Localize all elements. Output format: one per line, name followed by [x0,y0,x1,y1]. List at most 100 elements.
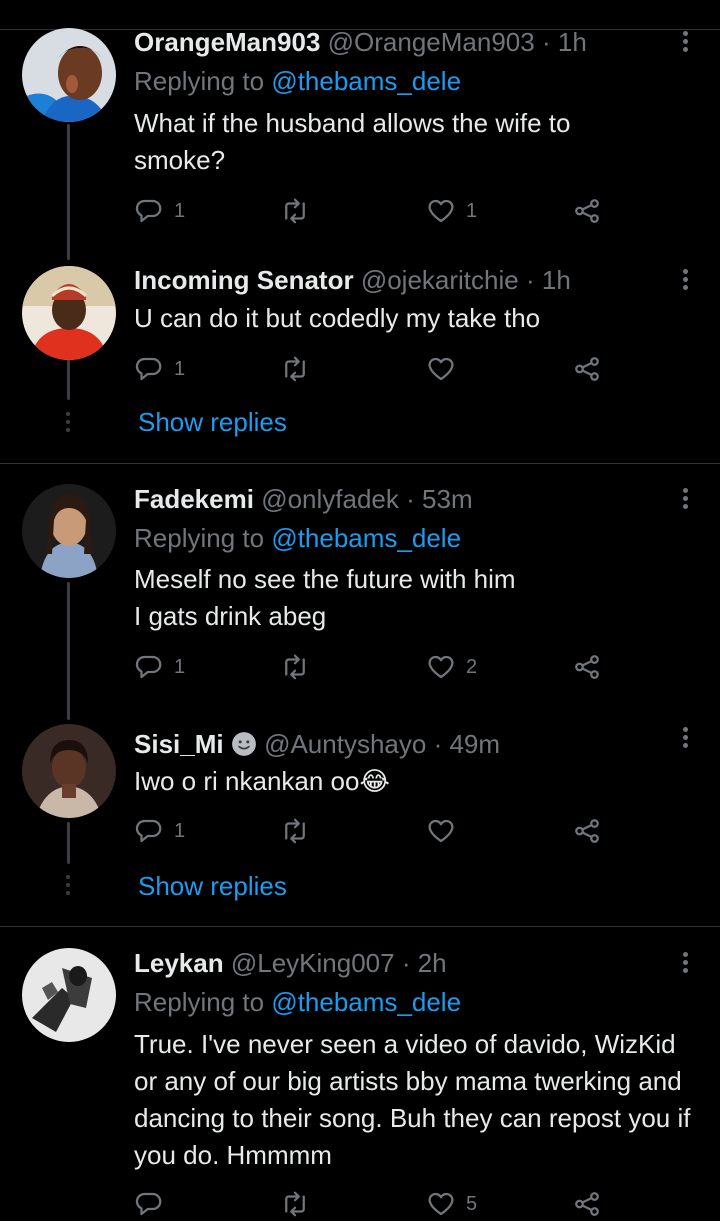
tweet-actions: 5 [134,1189,614,1219]
retweet-icon [285,654,305,680]
retweet-icon [285,356,305,382]
tweet-text: Iwo o ri nkankan oo😂 [134,766,390,796]
reply-button[interactable]: 1 [134,196,185,226]
reply-button[interactable]: 1 [134,354,185,384]
divider [0,463,720,464]
share-icon [575,655,599,679]
tweet-header: Fadekemi @onlyfadek · 53m [134,484,473,514]
avatar[interactable] [22,484,116,578]
reply-count: 1 [174,199,186,222]
share-icon [575,199,599,223]
like-button[interactable]: 1 [426,196,477,226]
tweet-header: Sisi_Mi @Auntyshayo · 49m [134,729,500,759]
mention-link[interactable]: @thebams_dele [271,523,461,553]
separator-dot: · [401,948,411,978]
share-icon [575,1192,599,1216]
mention-link[interactable]: @thebams_dele [271,66,461,96]
author-name[interactable]: Leykan [134,948,224,978]
tweet-text-line: Meself no see the future with him [134,564,516,594]
separator-dot: · [525,265,535,295]
reply-icon [135,199,162,223]
tweet-header: Incoming Senator @ojekaritchie · 1h [134,265,571,295]
reply-button[interactable]: 1 [134,816,185,846]
tweet-header: OrangeMan903 @OrangeMan903 · 1h [134,27,587,57]
heart-icon [428,1192,454,1216]
author-handle[interactable]: @Auntyshayo [264,729,426,759]
tweet-text: U can do it but codedly my take tho [134,303,541,333]
more-icon[interactable] [676,949,694,979]
replying-to: Replying to @thebams_dele [134,523,461,553]
replying-prefix: Replying to [134,523,265,553]
tweet-text-line: I gats drink abeg [134,601,327,631]
more-icon[interactable] [676,485,694,515]
timestamp[interactable]: 53m [422,484,473,514]
like-button[interactable] [426,354,466,384]
like-button[interactable]: 5 [426,1189,477,1219]
replying-prefix: Replying to [134,66,265,96]
share-button[interactable] [572,354,602,384]
avatar[interactable] [22,266,116,360]
more-icon[interactable] [676,28,694,58]
reply-count: 1 [174,357,186,380]
replying-to: Replying to @thebams_dele [134,66,461,96]
like-button[interactable] [426,816,466,846]
heart-icon [428,357,454,381]
mention-link[interactable]: @thebams_dele [271,987,461,1017]
share-button[interactable] [572,1189,602,1219]
tweet-actions: 1 2 [134,652,614,682]
separator-dot: · [541,27,551,57]
show-replies-link[interactable]: Show replies [138,871,287,901]
more-icon[interactable] [676,266,694,296]
separator-dot: · [433,729,443,759]
retweet-icon [285,818,305,844]
retweet-button[interactable] [280,816,320,846]
separator-dot: · [406,484,415,514]
heart-icon [428,655,454,679]
thread-dots [66,875,71,899]
reply-icon [135,357,162,381]
author-handle[interactable]: @OrangeMan903 [328,27,535,57]
reply-icon [135,655,162,679]
show-replies-link[interactable]: Show replies [138,407,287,437]
retweet-icon [285,1191,305,1217]
author-handle[interactable]: @onlyfadek [261,484,399,514]
retweet-icon [285,198,305,224]
reply-icon [135,1192,162,1216]
timestamp[interactable]: 49m [449,729,500,759]
author-handle[interactable]: @ojekaritchie [361,265,519,295]
thread-connector [67,124,70,260]
share-button[interactable] [572,652,602,682]
retweet-button[interactable] [280,1189,320,1219]
timestamp[interactable]: 1h [558,27,587,57]
more-icon[interactable] [676,724,694,754]
tweet-actions: 1 [134,354,614,384]
reply-count: 1 [174,655,186,678]
retweet-button[interactable] [280,354,320,384]
avatar[interactable] [22,724,116,818]
avatar[interactable] [22,28,116,122]
tweet-text: True. I've never seen a video of davido,… [134,1029,691,1170]
share-icon [575,357,599,381]
heart-icon [428,819,454,843]
reply-button[interactable] [134,1189,174,1219]
share-button[interactable] [572,196,602,226]
like-button[interactable]: 2 [426,652,477,682]
reply-button[interactable]: 1 [134,652,185,682]
author-name[interactable]: Sisi_Mi [134,729,224,759]
author-handle[interactable]: @LeyKing007 [231,948,395,978]
like-count: 2 [466,655,478,678]
author-name[interactable]: Incoming Senator [134,265,354,295]
author-name[interactable]: OrangeMan903 [134,27,320,57]
share-button[interactable] [572,816,602,846]
retweet-button[interactable] [280,196,320,226]
thread-dots [66,412,71,436]
timestamp[interactable]: 1h [542,265,571,295]
timestamp[interactable]: 2h [418,948,447,978]
reply-count: 1 [174,819,186,842]
tweet-header: Leykan @LeyKing007 · 2h [134,948,447,978]
replying-prefix: Replying to [134,987,265,1017]
emoji-badge-icon [231,732,256,756]
retweet-button[interactable] [280,652,320,682]
avatar[interactable] [22,948,116,1042]
author-name[interactable]: Fadekemi [134,484,254,514]
